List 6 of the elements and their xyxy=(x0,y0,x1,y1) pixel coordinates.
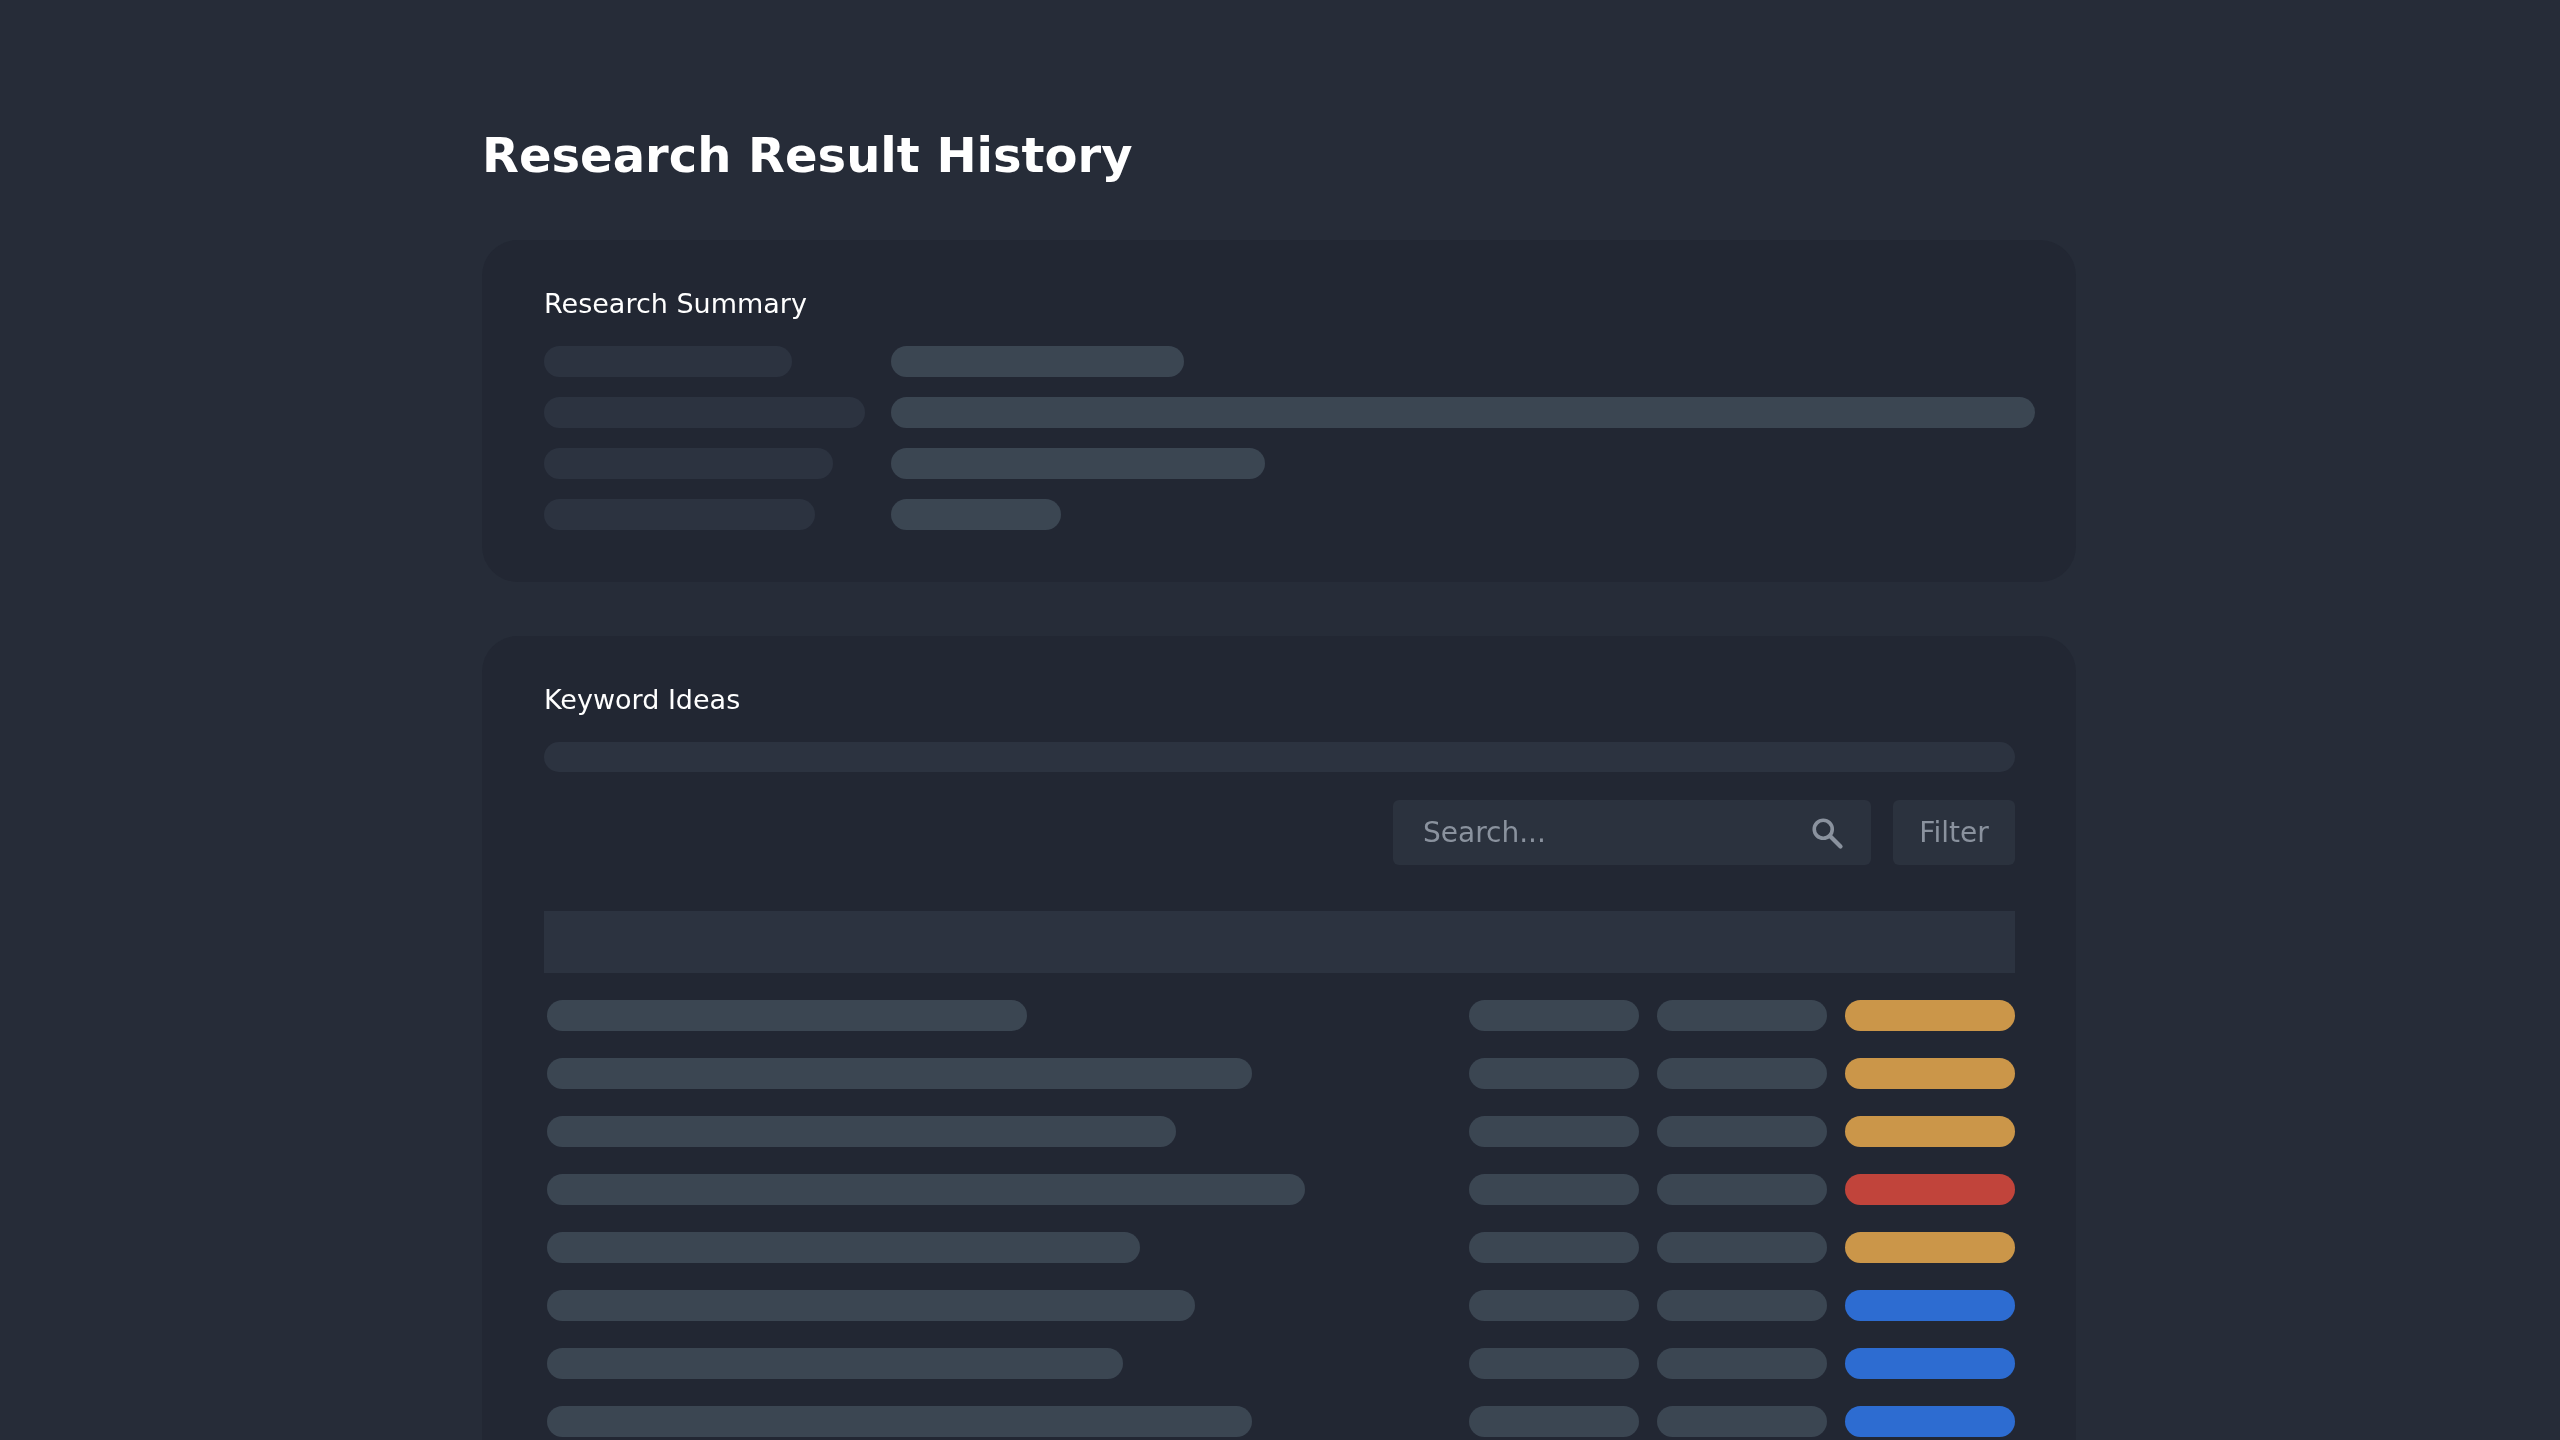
card-title: Research Summary xyxy=(544,287,808,321)
search-field[interactable]: Search... xyxy=(1393,800,1871,865)
search-input[interactable]: Search... xyxy=(1421,815,1809,850)
filter-button[interactable]: Filter xyxy=(1893,800,2015,865)
card-title: Keyword Ideas xyxy=(544,683,742,717)
page-title: Research Result History xyxy=(482,126,1134,185)
